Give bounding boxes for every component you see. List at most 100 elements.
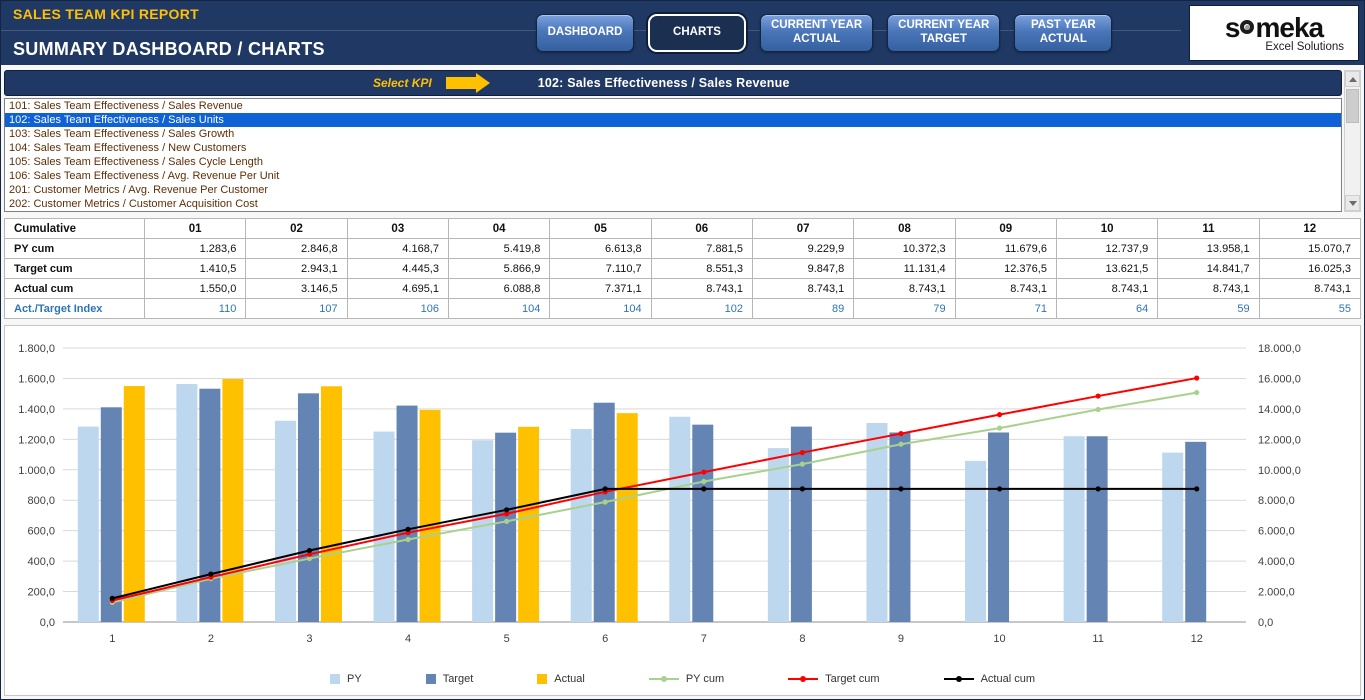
kpi-list-item[interactable]: 101: Sales Team Effectiveness / Sales Re… — [5, 99, 1341, 113]
right-axis-tick: 18.000,0 — [1258, 343, 1301, 355]
nav-button-charts[interactable]: CHARTS — [648, 14, 746, 52]
table-cell: 2.846,8 — [246, 239, 347, 259]
scroll-track[interactable] — [1345, 87, 1360, 195]
table-cell: 8.743,1 — [752, 279, 853, 299]
bar — [495, 433, 516, 622]
page-title: SUMMARY DASHBOARD / CHARTS — [13, 39, 536, 60]
line-marker — [1096, 407, 1101, 412]
x-axis-label: 5 — [504, 633, 510, 645]
nav-button-current-year-actual[interactable]: CURRENT YEAR ACTUAL — [760, 14, 873, 52]
legend-swatch-bar — [330, 674, 340, 684]
kpi-list-item[interactable]: 105: Sales Team Effectiveness / Sales Cy… — [5, 155, 1341, 169]
kpi-list-item[interactable]: 104: Sales Team Effectiveness / New Cust… — [5, 141, 1341, 155]
kpi-list-item[interactable]: 102: Sales Team Effectiveness / Sales Un… — [5, 113, 1341, 127]
line-marker — [800, 462, 805, 467]
kpi-selector-main: Select KPI 102: Sales Effectiveness / Sa… — [4, 70, 1342, 212]
left-axis-tick: 400,0 — [27, 556, 55, 568]
legend-item-target-cum: Target cum — [788, 673, 879, 685]
line-marker — [701, 469, 706, 474]
bar — [866, 423, 887, 622]
bar — [275, 421, 296, 622]
table-cell: 7.371,1 — [550, 279, 651, 299]
scroll-up-button[interactable] — [1345, 71, 1360, 87]
select-kpi-label: Select KPI — [373, 76, 432, 90]
table-cell: 16.025,3 — [1259, 259, 1360, 279]
legend-item-py-cum: PY cum — [649, 673, 724, 685]
table-cell: 9.847,8 — [752, 259, 853, 279]
table-cell: 11.131,4 — [854, 259, 955, 279]
table-cell: 55 — [1259, 299, 1360, 319]
left-axis-tick: 1.000,0 — [18, 465, 55, 477]
table-cell: 79 — [854, 299, 955, 319]
table-cell: 10.372,3 — [854, 239, 955, 259]
legend-label: Actual — [554, 673, 585, 685]
chart-legend: PYTargetActualPY cumTarget cumActual cum — [5, 664, 1360, 694]
table-cell: 12.376,5 — [955, 259, 1056, 279]
line-marker — [1096, 486, 1101, 491]
kpi-list-item[interactable]: 201: Customer Metrics / Avg. Revenue Per… — [5, 183, 1341, 197]
x-axis-label: 4 — [405, 633, 411, 645]
bar — [298, 393, 319, 622]
nav-buttons: DASHBOARD CHARTS CURRENT YEAR ACTUAL CUR… — [536, 14, 1112, 52]
bar — [1087, 436, 1108, 622]
table-cell: 15.070,7 — [1259, 239, 1360, 259]
kpi-list-item[interactable]: 106: Sales Team Effectiveness / Avg. Rev… — [5, 169, 1341, 183]
scroll-thumb[interactable] — [1346, 89, 1359, 123]
table-cell: 8.743,1 — [651, 279, 752, 299]
table-header-row: Cumulative010203040506070809101112 — [5, 219, 1361, 239]
table-header-month: 01 — [145, 219, 246, 239]
line-series-actual-cum — [110, 486, 1200, 601]
bar — [571, 429, 592, 622]
table-cell: 8.743,1 — [1056, 279, 1157, 299]
kpi-listbox[interactable]: 101: Sales Team Effectiveness / Sales Re… — [4, 98, 1342, 212]
table-cell: 64 — [1056, 299, 1157, 319]
kpi-selector-bar: Select KPI 102: Sales Effectiveness / Sa… — [4, 70, 1342, 96]
line-marker — [701, 479, 706, 484]
bar — [397, 406, 418, 622]
x-axis-label: 7 — [701, 633, 707, 645]
bar — [1162, 453, 1183, 622]
table-cell: 5.866,9 — [448, 259, 549, 279]
legend-item-actual-cum: Actual cum — [944, 673, 1035, 685]
nav-button-dashboard[interactable]: DASHBOARD — [536, 14, 634, 52]
table-cell: 71 — [955, 299, 1056, 319]
x-axis-label: 9 — [898, 633, 904, 645]
table-cell: 4.168,7 — [347, 239, 448, 259]
row-label: Actual cum — [5, 279, 145, 299]
x-axis-label: 12 — [1191, 633, 1203, 645]
bar — [1185, 442, 1206, 622]
line-marker — [997, 486, 1002, 491]
left-axis-tick: 1.400,0 — [18, 404, 55, 416]
table-cell: 12.737,9 — [1056, 239, 1157, 259]
line-marker — [898, 486, 903, 491]
table-header-month: 12 — [1259, 219, 1360, 239]
header-titles: SALES TEAM KPI REPORT SUMMARY DASHBOARD … — [1, 6, 536, 60]
nav-button-past-year-actual[interactable]: PAST YEAR ACTUAL — [1014, 14, 1112, 52]
legend-swatch-line — [788, 674, 818, 684]
legend-label: Target cum — [825, 673, 879, 685]
line-marker — [800, 486, 805, 491]
kpi-list-item[interactable]: 202: Customer Metrics / Customer Acquisi… — [5, 197, 1341, 211]
line-marker — [504, 519, 509, 524]
line-marker — [1194, 375, 1199, 380]
bar — [124, 386, 145, 622]
table-cell: 104 — [448, 299, 549, 319]
right-axis-tick: 16.000,0 — [1258, 373, 1301, 385]
table-cell: 89 — [752, 299, 853, 319]
left-axis-tick: 800,0 — [27, 495, 55, 507]
right-axis-tick: 6.000,0 — [1258, 526, 1295, 538]
table-header-month: 02 — [246, 219, 347, 239]
table-cell: 107 — [246, 299, 347, 319]
kpi-list-scrollbar[interactable] — [1344, 70, 1361, 212]
line-marker — [1194, 486, 1199, 491]
nav-button-current-year-target[interactable]: CURRENT YEAR TARGET — [887, 14, 1000, 52]
table-cell: 13.958,1 — [1158, 239, 1259, 259]
kpi-list-item[interactable]: 103: Sales Team Effectiveness / Sales Gr… — [5, 127, 1341, 141]
line-marker — [800, 450, 805, 455]
table-header-month: 06 — [651, 219, 752, 239]
x-axis-label: 3 — [306, 633, 312, 645]
legend-swatch-line — [649, 674, 679, 684]
bar — [669, 417, 690, 622]
table-cell: 8.743,1 — [854, 279, 955, 299]
scroll-down-button[interactable] — [1345, 195, 1360, 211]
